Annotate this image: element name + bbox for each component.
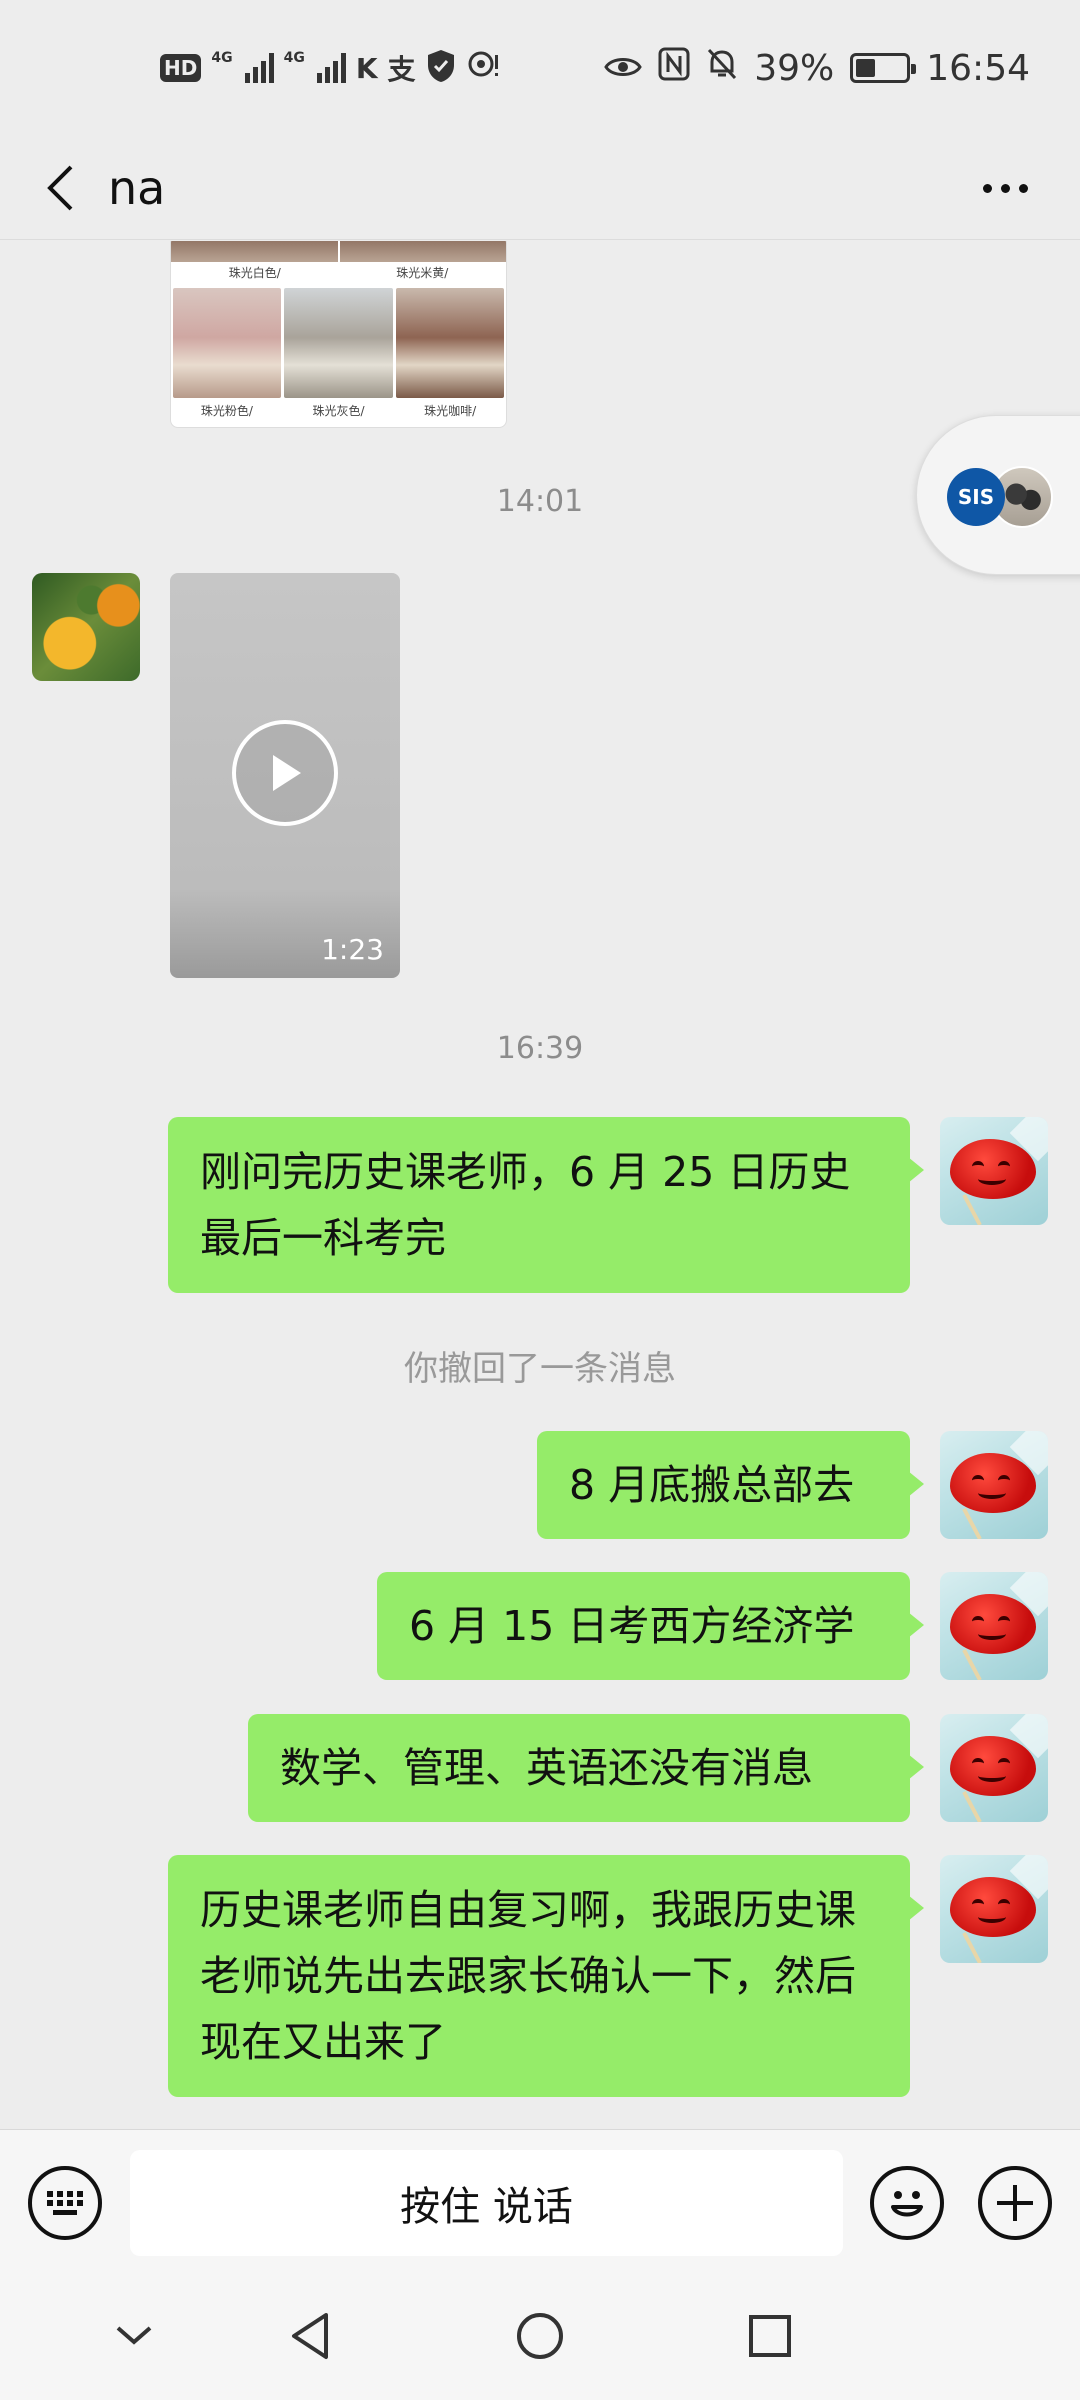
message-text: 历史课老师自由复习啊，我跟历史课老师说先出去跟家长确认一下，然后现在又出来了 <box>200 1886 856 2066</box>
emoji-icon <box>891 2191 923 2217</box>
triangle-back-icon <box>292 2313 328 2359</box>
message-text: 刚问完历史课老师，6 月 25 日历史最后一科考完 <box>200 1148 851 1262</box>
chevron-down-icon <box>116 2326 152 2345</box>
message-text: 6 月 15 日考西方经济学 <box>409 1602 855 1650</box>
back-button[interactable] <box>30 158 90 218</box>
keyboard-toggle-button[interactable] <box>28 2166 102 2240</box>
nav-back-button[interactable] <box>280 2306 340 2366</box>
chat-title: na <box>108 161 166 215</box>
play-icon[interactable] <box>232 720 338 826</box>
hide-nav-button[interactable] <box>104 2306 164 2366</box>
my-avatar[interactable] <box>940 1855 1048 1963</box>
hold-to-talk-button[interactable]: 按住 说话 <box>130 2150 843 2256</box>
image-photos <box>171 288 506 398</box>
video-duration: 1:23 <box>321 933 384 966</box>
input-bar: 按住 说话 <box>0 2129 1080 2284</box>
message-bubble[interactable]: 8 月底搬总部去 <box>537 1431 924 1539</box>
recall-notice: 你撤回了一条消息 <box>404 1349 676 1389</box>
status-bar: HD 4G 4G K 支 39% 16:54 <box>0 0 1080 136</box>
battery-percent: 39% <box>754 47 835 89</box>
message-list[interactable]: 珠光白色/ 珠光米黄/ 珠光粉色/ 珠光灰色/ 珠光咖啡/ 14:01 1:23… <box>0 241 1080 2129</box>
location-icon <box>466 49 500 87</box>
status-icons-left: HD 4G 4G K 支 <box>160 44 500 92</box>
message-text: 数学、管理、英语还没有消息 <box>280 1744 813 1792</box>
square-recents-icon <box>749 2315 791 2357</box>
message-bubble[interactable]: 6 月 15 日考西方经济学 <box>377 1572 924 1680</box>
alipay-icon: 支 <box>387 53 416 86</box>
emoji-button[interactable] <box>870 2166 944 2240</box>
message-bubble[interactable]: 数学、管理、英语还没有消息 <box>248 1714 924 1822</box>
clock: 16:54 <box>926 47 1030 89</box>
message-text: 8 月底搬总部去 <box>569 1461 855 1509</box>
chat-header: na <box>0 136 1080 240</box>
my-avatar[interactable] <box>940 1572 1048 1680</box>
image-label: 珠光灰色/ <box>312 404 365 418</box>
message-bubble[interactable]: 历史课老师自由复习啊，我跟历史课老师说先出去跟家长确认一下，然后现在又出来了 <box>168 1855 924 2097</box>
shield-icon <box>426 49 456 87</box>
back-arrow-icon <box>47 165 73 211</box>
floating-avatar: SIS <box>947 468 1005 526</box>
image-label: 珠光白色/ <box>228 266 281 280</box>
battery-icon <box>850 53 917 83</box>
image-label-row: 珠光白色/ 珠光米黄/ <box>171 262 506 284</box>
more-options-button[interactable] <box>970 158 1040 218</box>
nav-home-button[interactable] <box>510 2306 570 2366</box>
keyboard-icon <box>47 2191 83 2215</box>
signal-icon <box>244 53 274 83</box>
system-navigation-bar <box>0 2284 1080 2400</box>
circle-home-icon <box>517 2313 563 2359</box>
timestamp: 16:39 <box>496 1031 584 1066</box>
sim2-network-label: 4G <box>283 50 305 66</box>
k-app-icon: K <box>355 51 378 85</box>
message-bubble[interactable]: 刚问完历史课老师，6 月 25 日历史最后一科考完 <box>168 1117 924 1293</box>
my-avatar[interactable] <box>940 1431 1048 1539</box>
image-top-strip <box>171 241 506 262</box>
plus-icon <box>997 2185 1033 2221</box>
my-avatar[interactable] <box>940 1117 1048 1225</box>
status-icons-right: 39% 16:54 <box>604 44 1030 92</box>
my-avatar[interactable] <box>940 1714 1048 1822</box>
chat-screen: HD 4G 4G K 支 39% 16:54 na 珠光白色/ 珠光米黄/ 珠光… <box>0 0 1080 2400</box>
nav-recents-button[interactable] <box>740 2306 800 2366</box>
mute-icon <box>706 47 738 90</box>
image-label: 珠光粉色/ <box>200 404 253 418</box>
video-message[interactable]: 1:23 <box>170 573 400 978</box>
image-label: 珠光咖啡/ <box>424 404 477 418</box>
sim1-network-label: 4G <box>211 50 233 66</box>
nfc-icon <box>658 47 690 90</box>
floating-chat-bubble[interactable]: SIS <box>916 415 1080 575</box>
more-functions-button[interactable] <box>978 2166 1052 2240</box>
hd-badge: HD <box>160 54 202 82</box>
signal-icon <box>316 53 346 83</box>
image-label: 珠光米黄/ <box>396 266 449 280</box>
battery-fill <box>856 59 875 77</box>
contact-avatar[interactable] <box>32 573 140 681</box>
product-image-message[interactable]: 珠光白色/ 珠光米黄/ 珠光粉色/ 珠光灰色/ 珠光咖啡/ <box>170 241 507 428</box>
image-label-row: 珠光粉色/ 珠光灰色/ 珠光咖啡/ <box>171 400 506 422</box>
eye-icon <box>604 48 642 89</box>
